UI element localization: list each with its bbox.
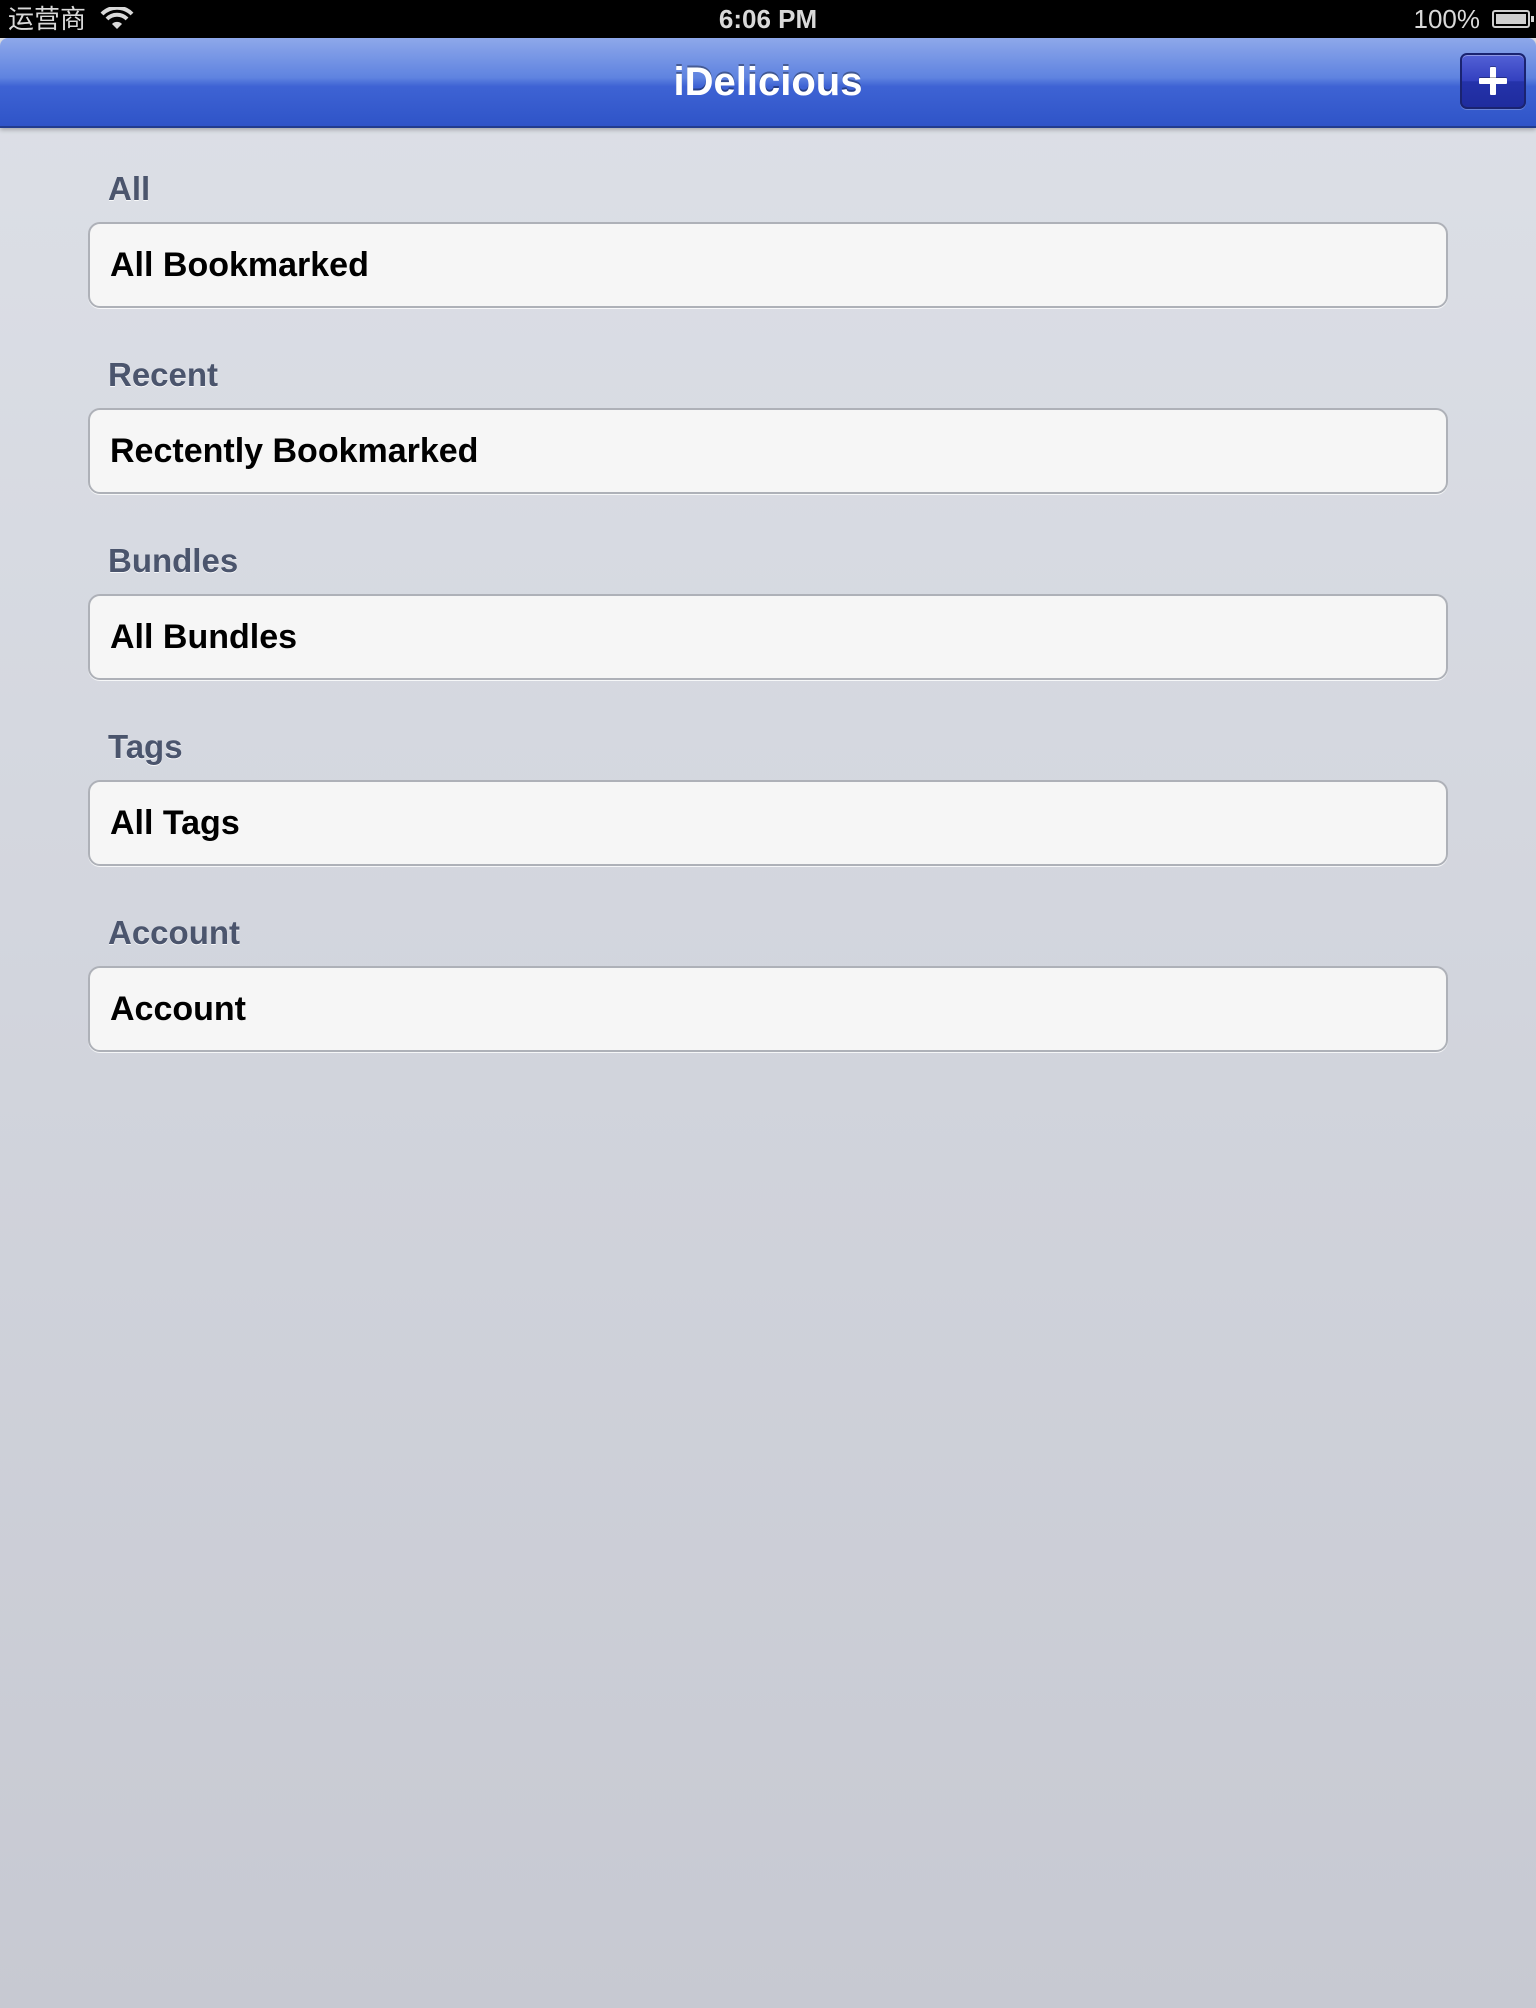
row-recently-bookmarked[interactable]: Rectently Bookmarked (88, 408, 1448, 494)
plus-icon (1479, 67, 1507, 95)
section-header-recent: Recent (108, 356, 219, 393)
status-bar: 运营商 6:06 PM 100% (0, 0, 1536, 38)
section-header-bundles: Bundles (108, 542, 239, 579)
row-all-bundles[interactable]: All Bundles (88, 594, 1448, 680)
nav-title: iDelicious (673, 60, 863, 104)
section-header-account: Account (108, 914, 240, 951)
row-all-bookmarked[interactable]: All Bookmarked (88, 222, 1448, 308)
clock-time: 6:06 PM (718, 4, 818, 34)
battery-percentage: 100% (1413, 4, 1481, 34)
row-account[interactable]: Account (88, 966, 1448, 1052)
battery-icon (1492, 10, 1534, 28)
grouped-table: All All Bookmarked Recent Rectently Book… (88, 126, 1448, 1052)
navigation-bar: iDelicious (0, 38, 1536, 128)
row-all-tags[interactable]: All Tags (88, 780, 1448, 866)
section-header-tags: Tags (108, 728, 183, 765)
add-button[interactable] (1460, 53, 1526, 109)
section-header-all: All (108, 170, 151, 207)
